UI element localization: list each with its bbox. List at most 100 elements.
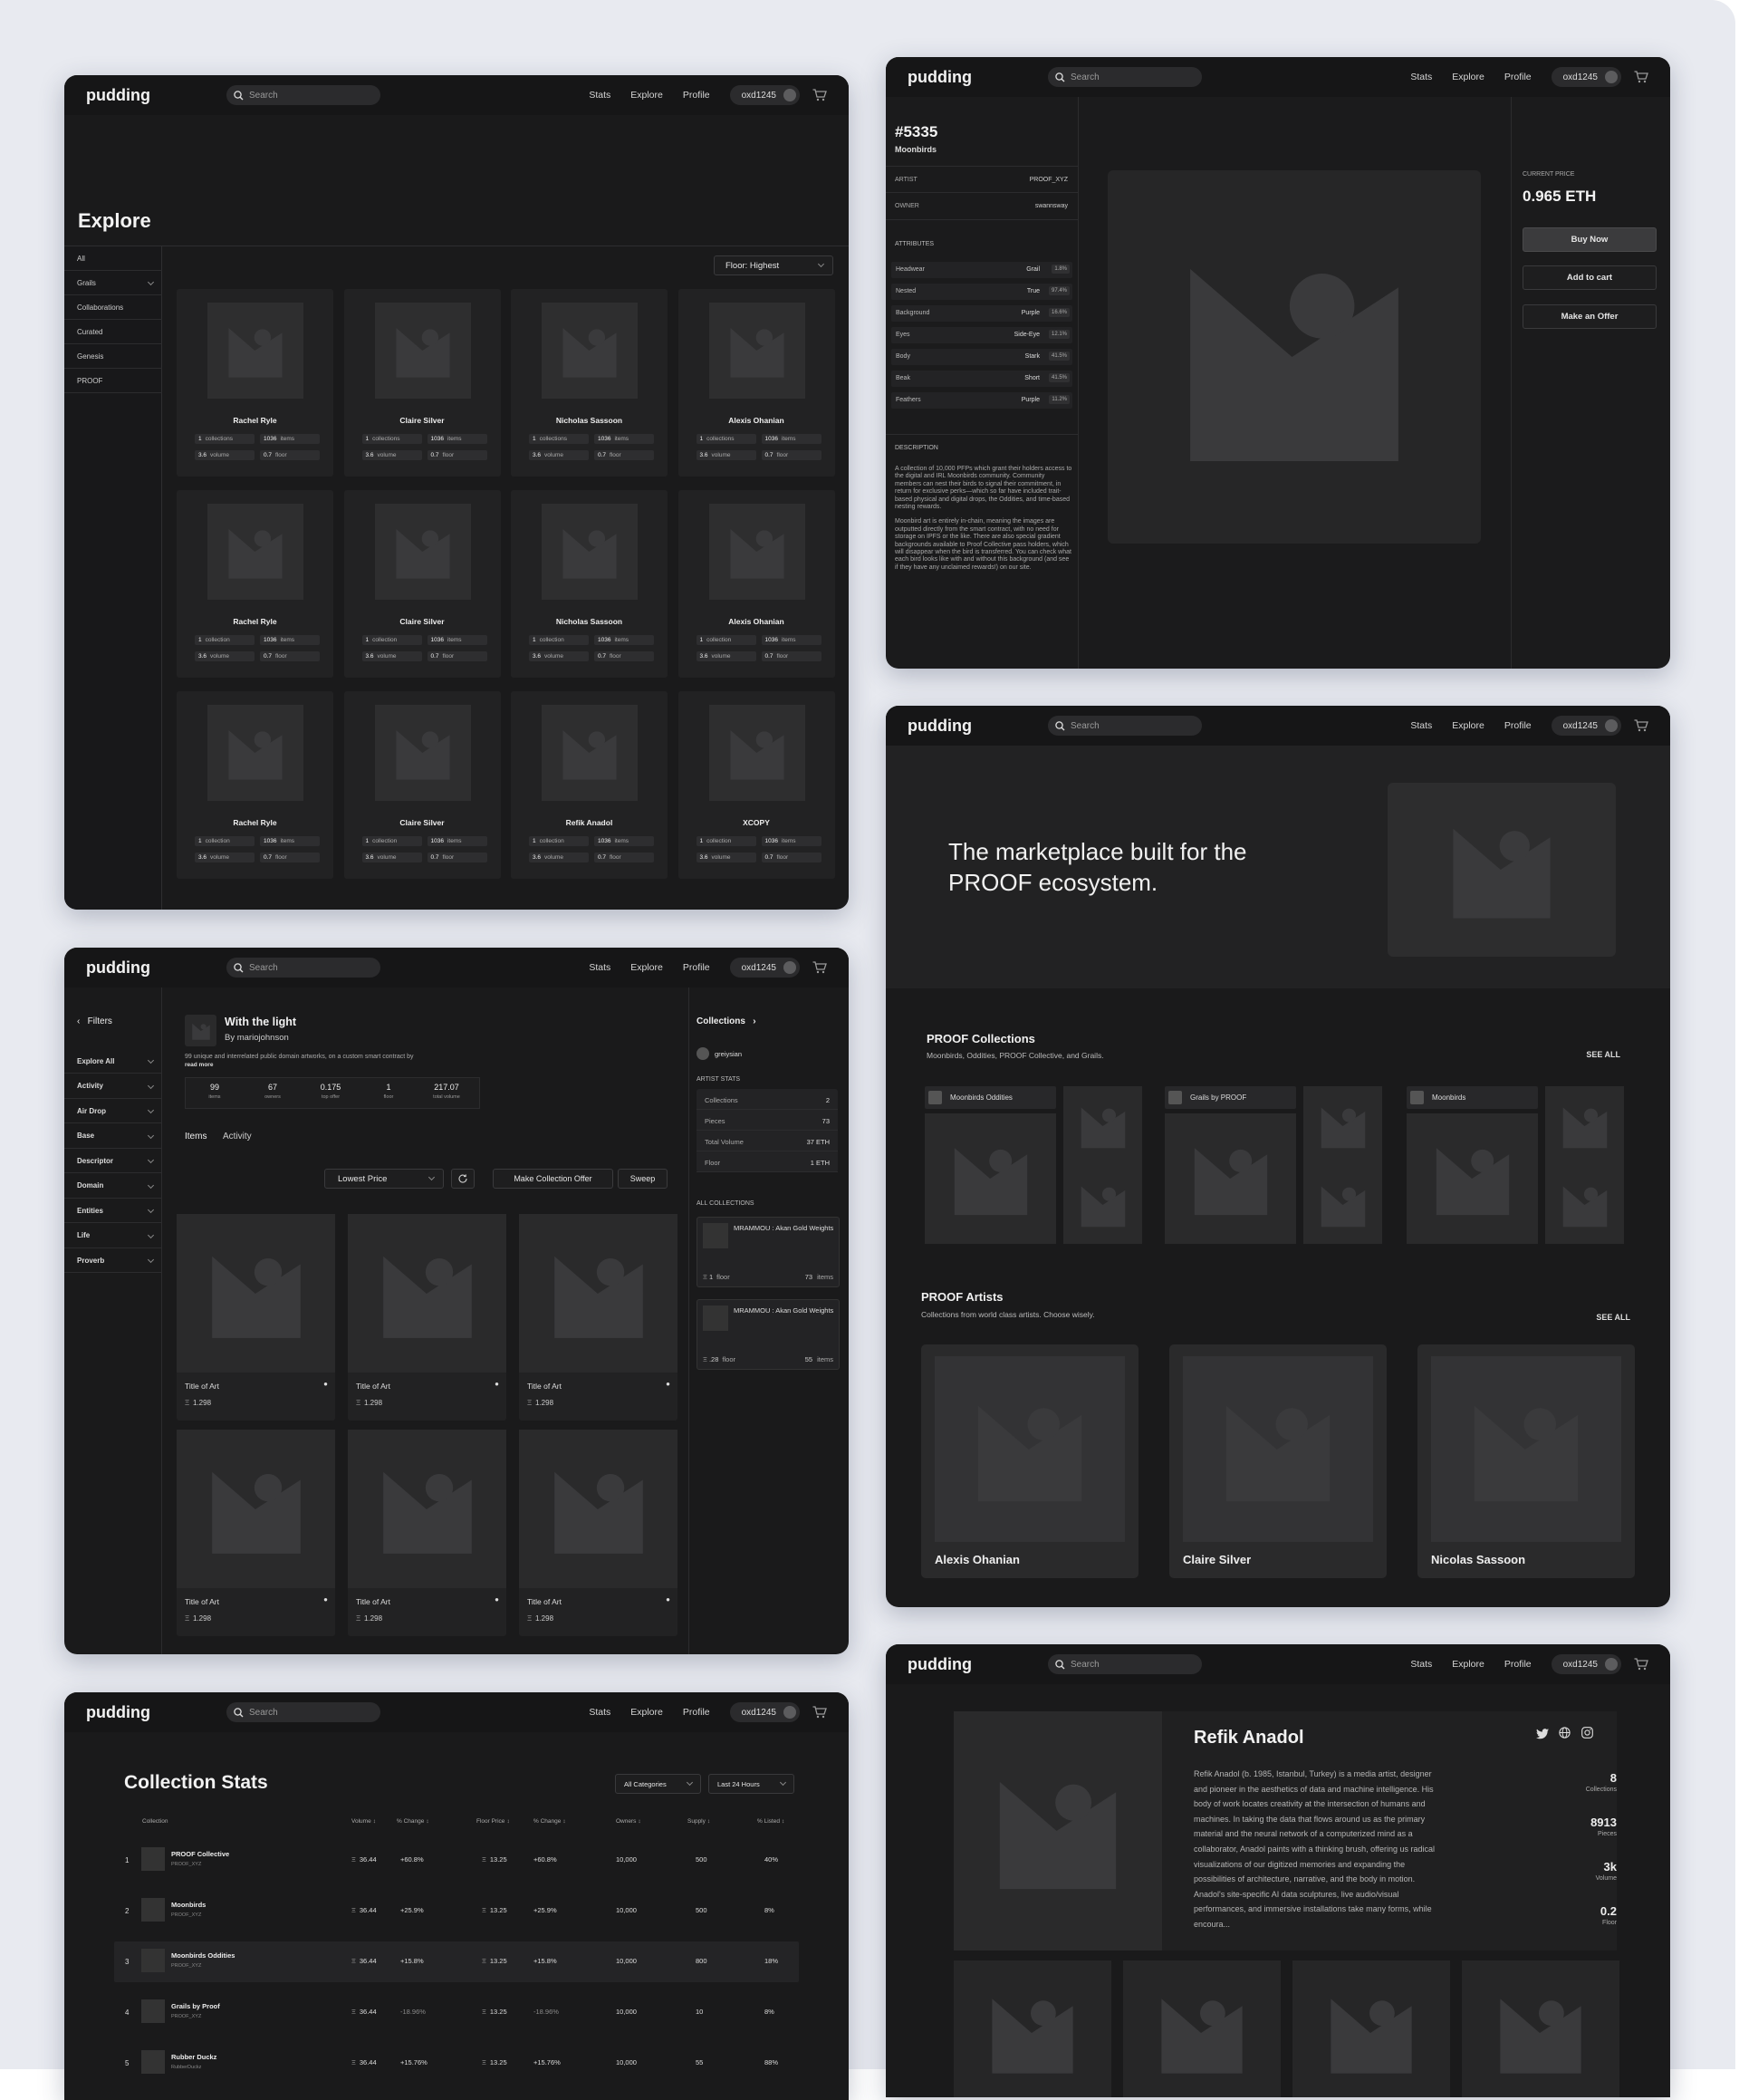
nav-link-profile[interactable]: Profile bbox=[683, 962, 710, 973]
sidebar-item-collaborations[interactable]: Collaborations bbox=[64, 295, 162, 320]
column-header[interactable]: Volume ↕ bbox=[351, 1818, 376, 1825]
wallet-button[interactable]: oxd1245 bbox=[729, 85, 800, 105]
search-input[interactable]: Search bbox=[226, 1702, 380, 1722]
collection-thumb[interactable] bbox=[1545, 1165, 1624, 1244]
wallet-button[interactable]: oxd1245 bbox=[1551, 67, 1621, 87]
refresh-button[interactable] bbox=[451, 1169, 475, 1189]
search-input[interactable]: Search bbox=[1048, 1654, 1202, 1674]
app-logo[interactable]: pudding bbox=[86, 86, 226, 105]
collection-image[interactable] bbox=[1165, 1113, 1296, 1244]
nav-link-stats[interactable]: Stats bbox=[1410, 72, 1432, 82]
sidebar-item-proof[interactable]: PROOF bbox=[64, 369, 162, 393]
instagram-icon[interactable] bbox=[1581, 1727, 1593, 1739]
artist-card[interactable]: Claire Silver 1 collections 1036 items 3.6 vol… bbox=[343, 289, 501, 477]
search-input[interactable]: Search bbox=[1048, 716, 1202, 736]
filter-domain[interactable]: Domain bbox=[64, 1174, 162, 1199]
see-all-link[interactable]: SEE ALL bbox=[1596, 1313, 1630, 1322]
art-card[interactable]: Title of Art 1.298 Ξ ● bbox=[177, 1214, 335, 1421]
collection-image[interactable] bbox=[1407, 1113, 1538, 1244]
filter-base[interactable]: Base bbox=[64, 1124, 162, 1149]
sweep-button[interactable]: Sweep bbox=[618, 1169, 668, 1189]
tab-items[interactable]: Items bbox=[185, 1132, 207, 1142]
app-logo[interactable]: pudding bbox=[908, 68, 1048, 87]
column-header[interactable]: Owners ↕ bbox=[616, 1818, 641, 1825]
table-row[interactable]: 5 Rubber Duckz RubberDuckz Ξ 36.44 +15.76% Ξ 13… bbox=[114, 2043, 799, 2084]
owner-icon[interactable]: ● bbox=[323, 1380, 328, 1388]
nav-link-stats[interactable]: Stats bbox=[1410, 720, 1432, 731]
sort-dropdown[interactable]: Floor: Highest bbox=[714, 255, 833, 275]
cart-icon[interactable] bbox=[1634, 719, 1648, 732]
column-header[interactable]: % Change ↕ bbox=[397, 1818, 429, 1825]
artist-card[interactable]: Rachel Ryle 1 collection 1036 items 3.6 volume… bbox=[177, 490, 333, 678]
collection-thumb[interactable] bbox=[1303, 1165, 1382, 1244]
filter-activity[interactable]: Activity bbox=[64, 1074, 162, 1099]
nav-link-explore[interactable]: Explore bbox=[1452, 1659, 1484, 1670]
add-to-cart-button[interactable]: Add to cart bbox=[1523, 265, 1657, 290]
art-card[interactable]: Title of Art 1.298 Ξ ● bbox=[519, 1430, 677, 1636]
nav-link-profile[interactable]: Profile bbox=[1504, 720, 1532, 731]
nav-link-stats[interactable]: Stats bbox=[589, 90, 610, 101]
owner-icon[interactable]: ● bbox=[666, 1380, 670, 1388]
artist-card[interactable]: Rachel Ryle 1 collections 1036 items 3.6 volum… bbox=[177, 289, 333, 477]
art-card[interactable]: Title of Art 1.298 Ξ ● bbox=[519, 1214, 677, 1421]
user-name[interactable]: greiysian bbox=[715, 1050, 742, 1058]
column-header[interactable]: Supply ↕ bbox=[687, 1818, 710, 1825]
cart-icon[interactable] bbox=[1634, 1658, 1648, 1671]
cart-icon[interactable] bbox=[812, 1706, 827, 1719]
filter-explore-all[interactable]: Explore All bbox=[64, 1049, 162, 1074]
artist-card[interactable]: Claire Silver 1 collection 1036 items 3.6 volu… bbox=[343, 691, 501, 879]
category-filter[interactable]: All Categories bbox=[615, 1774, 701, 1794]
owner-icon[interactable]: ● bbox=[323, 1595, 328, 1604]
nav-link-stats[interactable]: Stats bbox=[589, 1707, 610, 1718]
nav-link-profile[interactable]: Profile bbox=[1504, 1659, 1532, 1670]
collection-card-header[interactable]: Moonbirds bbox=[1407, 1086, 1538, 1109]
app-logo[interactable]: pudding bbox=[86, 958, 226, 978]
collection-thumb[interactable] bbox=[1545, 1086, 1624, 1165]
collections-panel-title[interactable]: Collections › bbox=[697, 1016, 756, 1026]
artist-card[interactable]: Nicholas Sassoon 1 collection 1036 items 3.6 v… bbox=[511, 490, 668, 678]
wallet-button[interactable]: oxd1245 bbox=[729, 1702, 800, 1722]
artist-collection-thumb[interactable] bbox=[954, 1960, 1111, 2097]
owner-icon[interactable]: ● bbox=[666, 1595, 670, 1604]
time-filter[interactable]: Last 24 Hours bbox=[708, 1774, 794, 1794]
table-row[interactable]: 4 Grails by Proof PROOF_XYZ Ξ 36.44 -18.96% Ξ 1… bbox=[114, 1992, 799, 2033]
artist-collection-thumb[interactable] bbox=[1292, 1960, 1450, 2097]
app-logo[interactable]: pudding bbox=[86, 1703, 226, 1722]
collection-thumb[interactable] bbox=[1063, 1165, 1142, 1244]
globe-icon[interactable] bbox=[1559, 1727, 1571, 1739]
artist-card[interactable]: Alexis Ohanian 1 collections 1036 items 3.6 vo… bbox=[677, 289, 835, 477]
sort-dropdown[interactable]: Lowest Price bbox=[324, 1169, 444, 1189]
column-header[interactable]: % Listed ↕ bbox=[757, 1818, 784, 1825]
artist-card[interactable]: Refik Anadol 1 collection 1036 items 3.6 volum… bbox=[511, 691, 668, 879]
nav-link-explore[interactable]: Explore bbox=[630, 90, 663, 101]
wallet-button[interactable]: oxd1245 bbox=[729, 958, 800, 978]
artist-card[interactable]: Alexis Ohanian bbox=[921, 1344, 1139, 1578]
owner-icon[interactable]: ● bbox=[495, 1380, 499, 1388]
cart-icon[interactable] bbox=[812, 89, 827, 101]
table-row[interactable]: 2 Moonbirds PROOF_XYZ Ξ 36.44 +25.9% Ξ 13.25 +25… bbox=[114, 1891, 799, 1931]
cart-icon[interactable] bbox=[1634, 71, 1648, 83]
column-header[interactable]: % Change ↕ bbox=[533, 1818, 566, 1825]
artist-card[interactable]: Nicholas Sassoon 1 collections 1036 items 3.6… bbox=[511, 289, 668, 477]
owner-value[interactable]: swannsway bbox=[1035, 203, 1068, 209]
artist-card[interactable]: Claire Silver bbox=[1169, 1344, 1387, 1578]
artist-card[interactable]: Nicolas Sassoon bbox=[1417, 1344, 1635, 1578]
table-row[interactable]: 3 Moonbirds Oddities PROOF_XYZ Ξ 36.44 +15.8%… bbox=[114, 1941, 799, 1982]
filter-life[interactable]: Life bbox=[64, 1224, 162, 1248]
nav-link-explore[interactable]: Explore bbox=[630, 962, 663, 973]
artist-card[interactable]: Alexis Ohanian 1 collection 1036 items 3.6 vol… bbox=[677, 490, 835, 678]
nav-link-stats[interactable]: Stats bbox=[1410, 1659, 1432, 1670]
artist-collection-thumb[interactable] bbox=[1123, 1960, 1281, 2097]
make-collection-offer-button[interactable]: Make Collection Offer bbox=[493, 1169, 613, 1189]
artist-card[interactable]: Claire Silver 1 collection 1036 items 3.6 volu… bbox=[343, 490, 501, 678]
nav-link-profile[interactable]: Profile bbox=[683, 90, 710, 101]
art-card[interactable]: Title of Art 1.298 Ξ ● bbox=[348, 1214, 506, 1421]
collection-card-header[interactable]: Moonbirds Oddities bbox=[925, 1086, 1056, 1109]
sidebar-item-grails[interactable]: Grails bbox=[64, 271, 162, 295]
cart-icon[interactable] bbox=[812, 961, 827, 974]
buy-now-button[interactable]: Buy Now bbox=[1523, 227, 1657, 252]
app-logo[interactable]: pudding bbox=[908, 1655, 1048, 1674]
search-input[interactable]: Search bbox=[226, 85, 380, 105]
nav-link-stats[interactable]: Stats bbox=[589, 962, 610, 973]
app-logo[interactable]: pudding bbox=[908, 717, 1048, 736]
